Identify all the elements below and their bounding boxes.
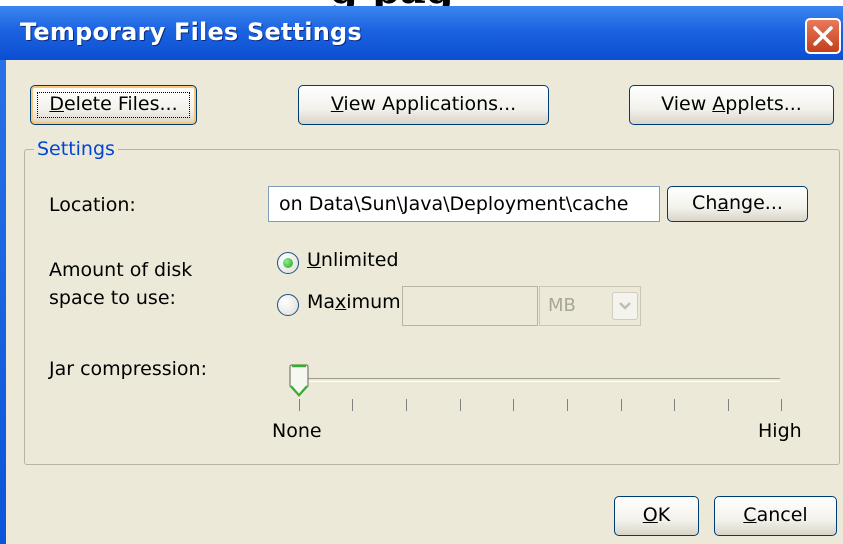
slider-tick [460,399,461,411]
ok-label: OK [642,504,671,526]
close-button[interactable] [805,18,841,54]
slider-tick [352,399,353,411]
unit-value: MB [548,295,576,316]
maximum-radio[interactable] [277,294,299,316]
slider-tick [513,399,514,411]
radio-selected-dot [283,258,293,268]
view-applets-button[interactable]: View Applets... [629,85,834,125]
disk-space-label-line2: space to use: [49,287,176,309]
location-field[interactable]: on Data\Sun\Java\Deployment\cache [268,186,660,222]
view-applications-button[interactable]: View Applications... [298,85,549,125]
maximum-size-field[interactable] [402,286,538,326]
window-title: Temporary Files Settings [20,18,362,46]
unlimited-label[interactable]: Unlimited [307,249,399,271]
slider-tick [299,399,300,411]
focus-rectangle [37,92,190,118]
dialog-window: Temporary Files Settings Delete Files...… [0,6,843,544]
maximum-label[interactable]: Maximum [307,291,401,313]
unlimited-radio[interactable] [277,252,299,274]
title-bar[interactable]: Temporary Files Settings [0,6,843,60]
change-label: Change... [692,192,783,214]
cancel-button[interactable]: Cancel [714,496,837,536]
view-applications-label: View Applications... [330,93,517,115]
chevron-down-icon [619,302,631,310]
dialog-body: Delete Files... View Applications... Vie… [6,60,843,544]
slider-thumb[interactable] [288,364,310,398]
ok-button[interactable]: OK [614,496,699,536]
slider-tick [621,399,622,411]
unit-dropdown[interactable]: MB [539,286,641,326]
delete-files-button[interactable]: Delete Files... [30,85,197,125]
location-label: Location: [49,194,136,216]
disk-space-label-line1: Amount of disk [49,259,193,281]
close-icon [813,26,833,46]
slider-tick [406,399,407,411]
slider-tick [781,399,782,411]
cancel-label: Cancel [743,504,808,526]
change-button[interactable]: Change... [667,186,808,222]
jar-compression-track[interactable] [298,378,780,382]
jar-compression-label: Jar compression: [49,358,207,380]
slider-tick [728,399,729,411]
settings-group-title: Settings [34,138,118,160]
jar-min-label: None [272,420,322,442]
jar-max-label: High [758,420,802,442]
view-applets-label: View Applets... [661,93,802,115]
dropdown-arrow-button[interactable] [612,292,638,320]
slider-tick [567,399,568,411]
slider-tick [674,399,675,411]
